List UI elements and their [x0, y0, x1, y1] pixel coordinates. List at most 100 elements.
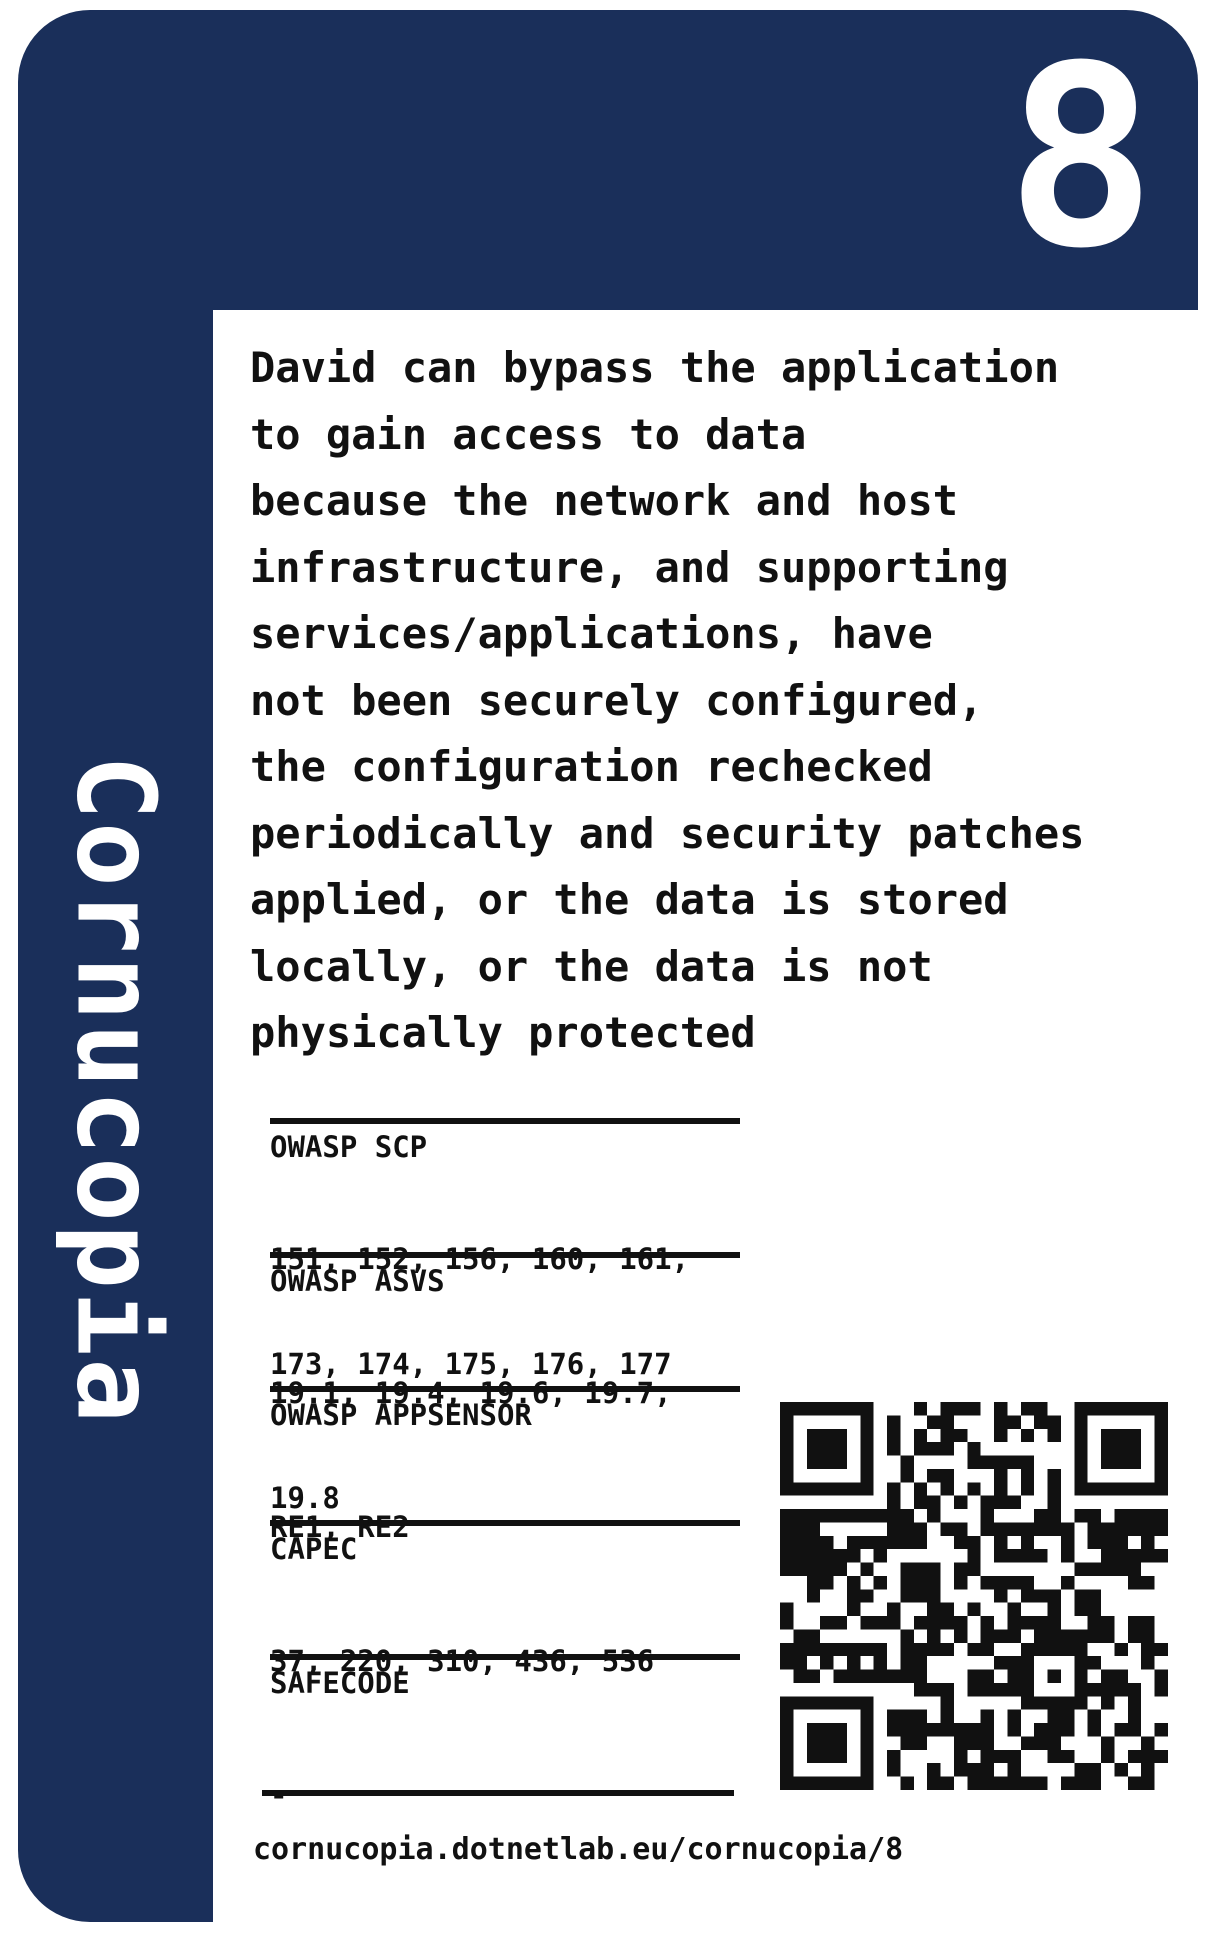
qr-module [860, 1616, 874, 1630]
qr-module [833, 1442, 847, 1456]
qr-module [833, 1749, 847, 1764]
qr-module [1047, 1589, 1061, 1603]
qr-module [913, 1669, 928, 1683]
qr-module [1127, 1723, 1142, 1737]
qr-module [1020, 1468, 1035, 1483]
qr-module [940, 1723, 954, 1737]
description-line: the configuration rechecked [250, 742, 933, 791]
qr-module [846, 1776, 861, 1790]
qr-module [1101, 1669, 1115, 1683]
qr-module [1007, 1455, 1021, 1469]
qr-module [980, 1575, 995, 1590]
qr-module [980, 1749, 995, 1764]
qr-module [820, 1616, 834, 1630]
qr-module [967, 1669, 981, 1683]
qr-module [1127, 1575, 1142, 1590]
qr-module [1047, 1495, 1061, 1510]
qr-module [833, 1616, 847, 1630]
qr-module [833, 1455, 847, 1469]
qr-module [994, 1455, 1008, 1469]
qr-module [940, 1402, 954, 1416]
qr-module [940, 1682, 954, 1697]
qr-module [980, 1669, 995, 1683]
qr-module [780, 1468, 794, 1483]
qr-module [1074, 1629, 1088, 1643]
qr-module [927, 1562, 941, 1576]
qr-module [846, 1549, 861, 1563]
qr-module [860, 1415, 874, 1429]
qr-module [900, 1589, 914, 1603]
qr-module [887, 1723, 901, 1737]
qr-module [927, 1468, 941, 1483]
qr-module [1007, 1616, 1021, 1630]
qr-module [887, 1522, 901, 1536]
qr-module [833, 1562, 847, 1576]
qr-module [806, 1535, 821, 1550]
qr-module [1007, 1723, 1021, 1737]
qr-module [1087, 1629, 1102, 1643]
qr-module [1047, 1749, 1061, 1764]
qr-module [820, 1442, 834, 1456]
qr-module [953, 1495, 968, 1510]
qr-module [833, 1696, 847, 1710]
qr-module [780, 1602, 794, 1617]
qr-module [1074, 1763, 1088, 1777]
qr-module [1074, 1468, 1088, 1483]
qr-module [900, 1656, 914, 1670]
qr-module [1141, 1549, 1155, 1563]
qr-module [1141, 1535, 1155, 1550]
qr-module [1034, 1629, 1048, 1643]
qr-module [860, 1749, 874, 1764]
brand-label: Cornucopia [52, 754, 178, 1426]
qr-module [1154, 1723, 1168, 1737]
qr-module [980, 1616, 995, 1630]
qr-module [1141, 1629, 1155, 1643]
qr-module [860, 1709, 874, 1724]
qr-module [806, 1749, 821, 1764]
qr-module [1154, 1522, 1168, 1536]
qr-module [887, 1495, 901, 1510]
qr-module [806, 1642, 821, 1657]
qr-module [873, 1535, 888, 1550]
qr-module [1154, 1402, 1168, 1416]
qr-module [953, 1562, 968, 1576]
qr-module [1020, 1575, 1035, 1590]
card-url[interactable]: cornucopia.dotnetlab.eu/cornucopia/8 [253, 1830, 903, 1870]
qr-module [846, 1509, 861, 1523]
qr-module [820, 1455, 834, 1469]
qr-module [1020, 1455, 1035, 1469]
qr-module [1154, 1642, 1168, 1657]
qr-module [953, 1575, 968, 1590]
qr-module [820, 1562, 834, 1576]
description-line: locally, or the data is not [250, 941, 933, 991]
qr-module [1074, 1776, 1088, 1790]
qr-module [806, 1629, 821, 1643]
qr-module [1114, 1482, 1128, 1496]
qr-module [913, 1723, 928, 1737]
qr-module [860, 1736, 874, 1750]
qr-module [967, 1602, 981, 1617]
qr-module [1020, 1549, 1035, 1563]
qr-module [1127, 1682, 1142, 1697]
qr-module [846, 1642, 861, 1657]
qr-module [927, 1575, 941, 1590]
qr-module [940, 1642, 954, 1657]
qr-module [873, 1616, 888, 1630]
qr-module [1101, 1616, 1115, 1630]
qr-module [1101, 1482, 1115, 1496]
qr-module [1007, 1763, 1021, 1777]
qr-module [793, 1629, 807, 1643]
qr-module [793, 1549, 807, 1563]
qr-module [887, 1749, 901, 1764]
qr-module [1127, 1749, 1142, 1764]
qr-code-icon[interactable] [780, 1402, 1168, 1790]
qr-module [806, 1428, 821, 1443]
qr-module [1060, 1535, 1075, 1550]
qr-module [980, 1455, 995, 1469]
qr-module [820, 1509, 834, 1523]
qr-module [846, 1575, 861, 1590]
qr-module [1074, 1656, 1088, 1670]
qr-module [980, 1709, 995, 1724]
description-line: physically protected [250, 1008, 756, 1057]
qr-module [940, 1696, 954, 1710]
